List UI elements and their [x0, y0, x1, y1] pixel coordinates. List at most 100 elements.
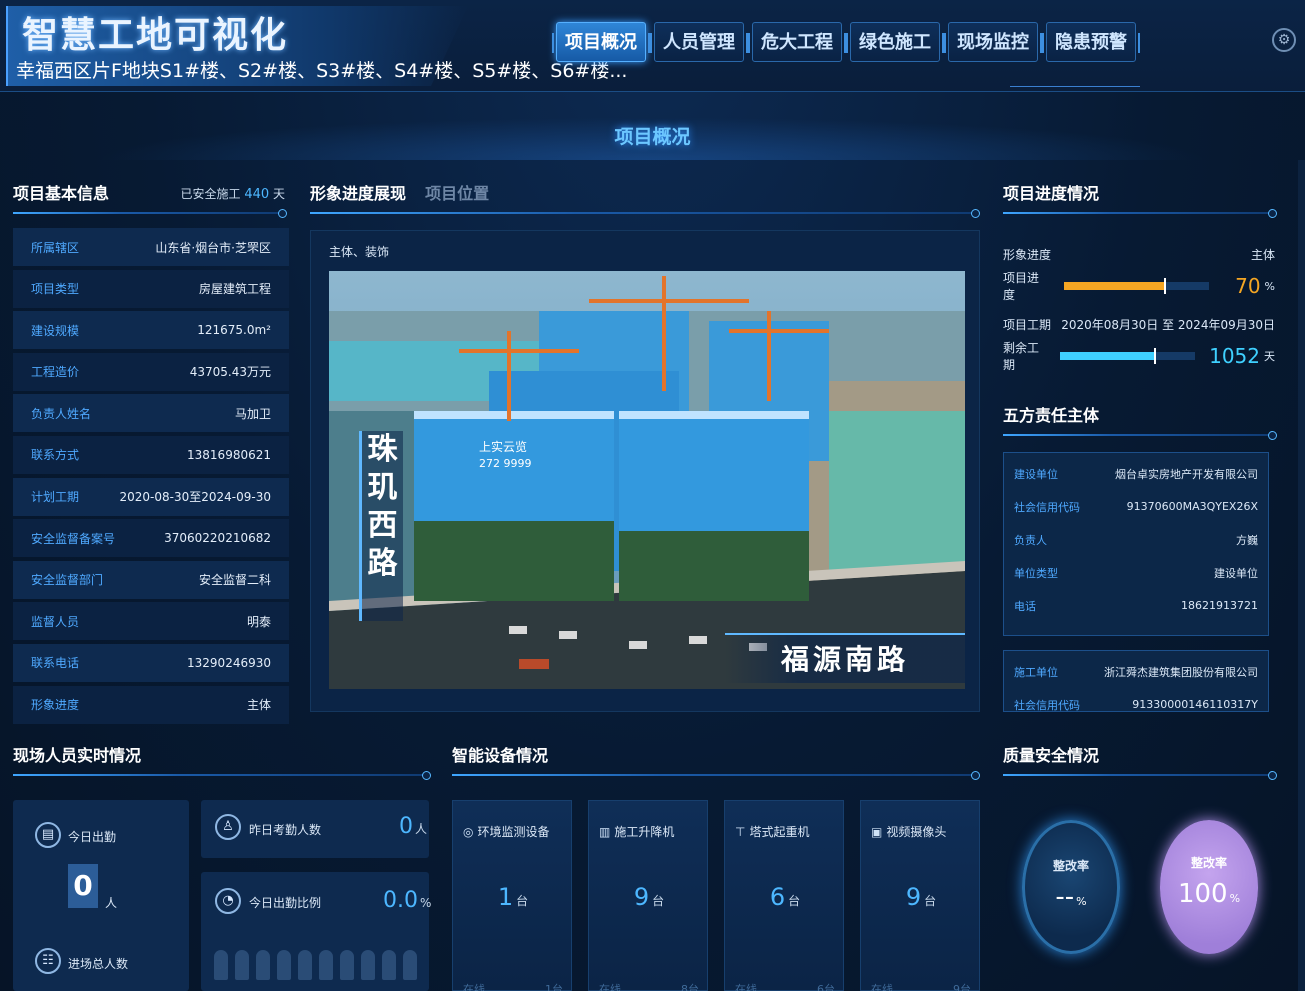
resp-key: 建设单位: [1014, 467, 1058, 481]
nav-dangerous-works[interactable]: 危大工程: [748, 22, 846, 62]
app-title: 智慧工地可视化: [22, 15, 289, 56]
person-icon: [340, 950, 354, 980]
construction-site-photo[interactable]: 上实云览 272 9999 珠玑西路 福源南路: [329, 271, 965, 689]
device-readout: 1台: [453, 883, 573, 911]
info-value: 2020-08-30至2024-09-30: [119, 490, 271, 505]
device-online-count: 8台: [681, 983, 699, 991]
yesterday-value: 0: [399, 814, 413, 839]
rect-rate-left-label: 整改率: [1052, 859, 1089, 873]
responsibility-card-contractor: 施工单位 浙江舜杰建筑集团股份有限公司 社会信用代码 9133000014611031…: [1003, 650, 1269, 712]
page-heading: 项目概况: [0, 110, 1305, 160]
period-row: 项目工期 2020年08月30日 至 2024年09月30日: [1003, 308, 1275, 340]
device-card[interactable]: ▣ 视频摄像头 9 台在线 9台: [860, 800, 980, 991]
device-label-row: ▥ 施工升降机: [599, 823, 674, 840]
stage-row: 形象进度 主体: [1003, 238, 1275, 270]
personnel-underline: [13, 771, 431, 780]
device-online-row: 在线 8台: [599, 981, 699, 991]
info-key: 计划工期: [31, 490, 80, 505]
safe-days-readout: 已安全施工 440 天: [180, 185, 285, 202]
person-icon: [214, 950, 228, 980]
rectification-rate-left[interactable]: 整改率 --%: [1022, 820, 1120, 954]
ratio-unit: %: [420, 896, 432, 910]
device-count: 6: [769, 883, 786, 911]
quality-title: 质量安全情况: [1003, 746, 1100, 765]
rectification-rate-right[interactable]: 整改率 100%: [1160, 820, 1258, 954]
scrollbar[interactable]: [1298, 160, 1305, 991]
basic-info-header: 项目基本信息 已安全施工 440 天: [13, 180, 287, 218]
project-progress-header: 项目进度情况: [1003, 180, 1277, 218]
info-row: 联系方式 13816980621: [13, 435, 289, 474]
device-online-count: 6台: [817, 983, 835, 991]
info-row: 监督人员 明泰: [13, 602, 289, 641]
info-key: 联系方式: [31, 448, 80, 463]
info-row: 所属辖区 山东省·烟台市·芝罘区: [13, 228, 289, 266]
info-row: 负责人姓名 马加卫: [13, 394, 289, 433]
remaining-value: 1052: [1209, 344, 1260, 368]
device-online-row: 在线 6台: [735, 981, 835, 991]
info-row: 形象进度 主体: [13, 685, 289, 724]
tab-project-location[interactable]: 项目位置: [425, 184, 489, 203]
crane-icon: ⊤: [735, 825, 746, 839]
person-icon: [319, 950, 333, 980]
ratio-value: 0.0: [383, 888, 418, 913]
nav-project-overview[interactable]: 项目概况: [552, 22, 650, 62]
progress-image-panel: 主体、装饰 上实云览 272 9999 珠玑西路 福源南路: [310, 230, 980, 712]
yesterday-readout: 0人: [399, 814, 427, 839]
device-label-row: ▣ 视频摄像头: [871, 823, 946, 840]
info-value: 房屋建筑工程: [198, 282, 271, 297]
remaining-bar-track: [1060, 348, 1196, 364]
resp-row: 施工单位 浙江舜杰建筑集团股份有限公司: [1014, 655, 1258, 688]
remaining-unit: 天: [1264, 350, 1275, 363]
device-card[interactable]: ▥ 施工升降机 9 台在线 8台: [588, 800, 708, 991]
device-online-label: 在线: [735, 983, 757, 991]
progress-display-header: 形象进度展现 项目位置: [310, 180, 980, 218]
person-icon: [403, 950, 417, 980]
device-card[interactable]: ◎ 环境监测设备 1 台在线 1台: [452, 800, 572, 991]
nav-green-construction[interactable]: 绿色施工: [846, 22, 944, 62]
page-heading-text: 项目概况: [614, 126, 691, 148]
info-row: 工程造价 43705.43万元: [13, 352, 289, 391]
yesterday-label: 昨日考勤人数: [249, 823, 322, 837]
remaining-row: 剩余工期 1052 天: [1003, 340, 1275, 372]
info-row: 建设规模 121675.0m²: [13, 311, 289, 350]
rect-rate-right-value: 100: [1177, 879, 1228, 909]
info-key: 安全监督备案号: [31, 531, 116, 546]
person-icon: [235, 950, 249, 980]
progress-label: 项目进度: [1003, 271, 1040, 302]
user-group-icon: ♙: [215, 814, 241, 840]
resp-key: 电话: [1014, 599, 1036, 613]
progress-display-underline: [310, 209, 980, 218]
ratio-readout: 0.0%: [383, 888, 431, 913]
device-unit: 台: [788, 894, 801, 908]
rect-rate-left-unit: %: [1076, 895, 1087, 908]
resp-row: 社会信用代码 91370600MA3QYEX26X: [1014, 490, 1258, 523]
ratio-label: 今日出勤比例: [249, 896, 322, 910]
device-card[interactable]: ⊤ 塔式起重机 6 台在线 6台: [724, 800, 844, 991]
device-readout: 6台: [725, 883, 845, 911]
info-value: 马加卫: [234, 406, 271, 421]
info-value: 43705.43万元: [189, 365, 271, 380]
attendance-figures: [214, 950, 417, 980]
project-progress-underline: [1003, 209, 1277, 218]
progress-bar-fill: [1063, 278, 1167, 294]
responsibility-card-builder: 建设单位 烟台卓实房地产开发有限公司社会信用代码 91370600MA3QYEX26…: [1003, 452, 1269, 636]
resp-value: 烟台卓实房地产开发有限公司: [1115, 467, 1258, 481]
device-online-count: 1台: [545, 983, 563, 991]
nav-site-monitor[interactable]: 现场监控: [944, 22, 1042, 62]
device-count: 9: [633, 883, 650, 911]
device-label: 塔式起重机: [749, 825, 810, 839]
info-key: 工程造价: [31, 365, 80, 380]
info-key: 项目类型: [31, 282, 80, 297]
svg-text:272 9999: 272 9999: [479, 457, 532, 470]
info-row: 安全监督部门 安全监督二科: [13, 560, 289, 599]
clock-icon: ◔: [215, 888, 241, 914]
resp-row: 单位类型 建设单位: [1014, 556, 1258, 589]
nav-personnel[interactable]: 人员管理: [650, 22, 748, 62]
settings-icon[interactable]: ⚙: [1272, 28, 1296, 52]
nav-hazard-alert[interactable]: 隐患预警: [1042, 22, 1140, 62]
basic-info-title: 项目基本信息: [13, 184, 110, 203]
tab-progress-display[interactable]: 形象进度展现: [310, 184, 406, 203]
header-divider: [1010, 86, 1140, 90]
info-key: 建设规模: [31, 323, 80, 338]
project-subtitle: 幸福西区片F地块S1#楼、S2#楼、S3#楼、S4#楼、S5#楼、S6#楼...: [16, 60, 628, 82]
